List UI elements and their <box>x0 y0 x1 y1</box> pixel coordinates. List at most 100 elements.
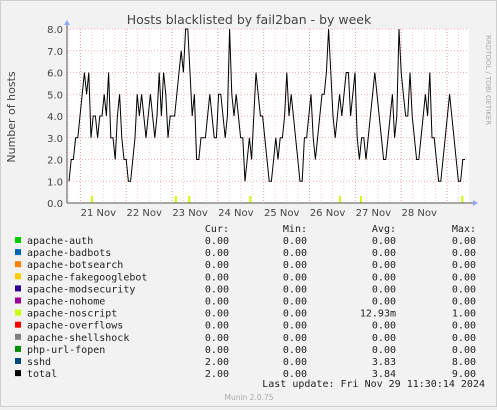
legend-value-max: 1.00 <box>452 309 476 320</box>
legend-header-cur: Cur: <box>205 224 229 235</box>
y-tick-label: 1.0 <box>47 177 63 188</box>
legend-value-min: 0.00 <box>283 333 307 344</box>
x-tick-label: 25 Nov <box>264 208 300 219</box>
x-tick-label: 26 Nov <box>310 208 346 219</box>
legend-value-cur: 0.00 <box>205 248 229 259</box>
y-tick-label: 4.0 <box>47 112 63 123</box>
legend-value-cur: 0.00 <box>205 321 229 332</box>
noscript-spike <box>249 196 252 203</box>
legend-swatch <box>15 297 21 304</box>
legend-header-avg: Avg: <box>372 224 396 235</box>
legend-header-min: Min: <box>283 224 307 235</box>
noscript-spike <box>174 196 177 203</box>
legend-name: apache-fakegooglebot <box>27 272 147 283</box>
legend-swatch <box>15 358 21 364</box>
x-tick-label: 23 Nov <box>172 208 208 219</box>
legend-name: apache-shellshock <box>27 333 129 344</box>
noscript-spike <box>90 196 93 203</box>
y-axis-label: Number of hosts <box>5 71 18 163</box>
legend-value-cur: 0.00 <box>205 345 229 356</box>
legend-swatch <box>15 370 21 377</box>
legend-value-min: 0.00 <box>283 272 307 283</box>
legend-value-cur: 2.00 <box>205 369 229 380</box>
y-tick-label: 2.0 <box>47 156 63 167</box>
noscript-spike <box>188 196 191 203</box>
legend-value-avg: 0.00 <box>372 284 396 295</box>
x-tick-labels: 21 Nov 22 Nov 23 Nov 24 Nov 25 Nov 26 Nov 27 N… <box>81 208 437 219</box>
x-axis-arrow <box>473 200 478 206</box>
legend-name: apache-noscript <box>27 309 117 320</box>
legend-value-min: 0.00 <box>283 321 307 332</box>
legend-value-cur: 0.00 <box>205 284 229 295</box>
last-update: Last update: Fri Nov 29 11:30:14 2024 <box>262 379 485 390</box>
legend-value-avg: 0.00 <box>372 260 396 271</box>
legend-value-max: 0.00 <box>452 345 476 356</box>
legend-value-max: 0.00 <box>452 260 476 271</box>
legend-name: php-url-fopen <box>27 345 105 356</box>
rrdtool-watermark: RRDTOOL / TOBI OETIKER <box>484 35 492 125</box>
y-tick-label: 3.0 <box>47 134 63 145</box>
y-tick-label: 7.0 <box>47 47 63 58</box>
x-tick-label: 28 Nov <box>401 208 437 219</box>
legend-value-avg: 12.93m <box>360 309 396 320</box>
legend-name: apache-modsecurity <box>27 284 135 295</box>
legend-value-max: 0.00 <box>452 236 476 247</box>
legend-name: apache-overflows <box>27 321 123 332</box>
legend-name: apache-botsearch <box>27 260 123 271</box>
legend-value-min: 0.00 <box>283 357 307 368</box>
legend-value-avg: 0.00 <box>372 321 396 332</box>
noscript-spike <box>360 196 363 203</box>
y-axis-arrow <box>64 20 70 25</box>
legend-value-cur: 0.00 <box>205 333 229 344</box>
legend-value-avg: 0.00 <box>372 297 396 308</box>
legend-value-max: 8.00 <box>452 357 476 368</box>
noscript-spike <box>461 196 464 203</box>
legend-swatch <box>15 273 21 280</box>
legend-swatch <box>15 345 21 352</box>
legend-swatch <box>15 261 21 268</box>
legend-value-avg: 3.83 <box>372 357 396 368</box>
legend-swatch <box>15 237 21 243</box>
legend-value-cur: 0.00 <box>205 272 229 283</box>
legend-value-min: 0.00 <box>283 236 307 247</box>
x-tick-label: 27 Nov <box>356 208 392 219</box>
legend-value-max: 0.00 <box>452 284 476 295</box>
legend-value-avg: 0.00 <box>372 345 396 356</box>
graph-frame: Hosts blacklisted by fail2ban - by week … <box>0 0 497 407</box>
legend-value-max: 0.00 <box>452 321 476 332</box>
x-tick-label: 24 Nov <box>218 208 254 219</box>
legend-value-min: 0.00 <box>283 297 307 308</box>
legend-value-cur: 0.00 <box>205 260 229 271</box>
legend-swatch <box>15 333 21 340</box>
legend-value-avg: 0.00 <box>372 272 396 283</box>
legend-value-min: 0.00 <box>283 248 307 259</box>
legend-value-cur: 2.00 <box>205 357 229 368</box>
y-tick-labels: 0.0 1.0 2.0 3.0 4.0 5.0 6.0 7.0 8.0 <box>47 25 63 210</box>
legend-name: sshd <box>27 357 51 368</box>
legend-value-cur: 0.00 <box>205 297 229 308</box>
legend-name: total <box>27 369 57 380</box>
chart: Hosts blacklisted by fail2ban - by week … <box>5 12 492 402</box>
legend-swatch <box>15 309 21 316</box>
legend-value-min: 0.00 <box>283 260 307 271</box>
legend-swatch <box>15 285 21 292</box>
legend: Cur: Min: Avg: Max:apache-auth 0.00 0.00 0.00 0… <box>15 224 476 380</box>
legend-value-min: 0.00 <box>283 345 307 356</box>
legend-name: apache-nohome <box>27 297 105 308</box>
legend-swatch <box>15 249 21 256</box>
x-tick-label: 22 Nov <box>126 208 162 219</box>
legend-value-avg: 0.00 <box>372 333 396 344</box>
legend-value-avg: 0.00 <box>372 236 396 247</box>
noscript-spike <box>339 196 342 203</box>
legend-value-min: 0.00 <box>283 309 307 320</box>
y-tick-label: 0.0 <box>47 199 63 210</box>
legend-name: apache-auth <box>27 236 93 247</box>
legend-value-min: 0.00 <box>283 284 307 295</box>
legend-header-max: Max: <box>452 224 476 235</box>
y-tick-label: 8.0 <box>47 25 63 36</box>
legend-name: apache-badbots <box>27 248 111 259</box>
y-tick-label: 5.0 <box>47 90 63 101</box>
x-tick-label: 21 Nov <box>81 208 117 219</box>
legend-value-cur: 0.00 <box>205 309 229 320</box>
legend-value-max: 0.00 <box>452 333 476 344</box>
